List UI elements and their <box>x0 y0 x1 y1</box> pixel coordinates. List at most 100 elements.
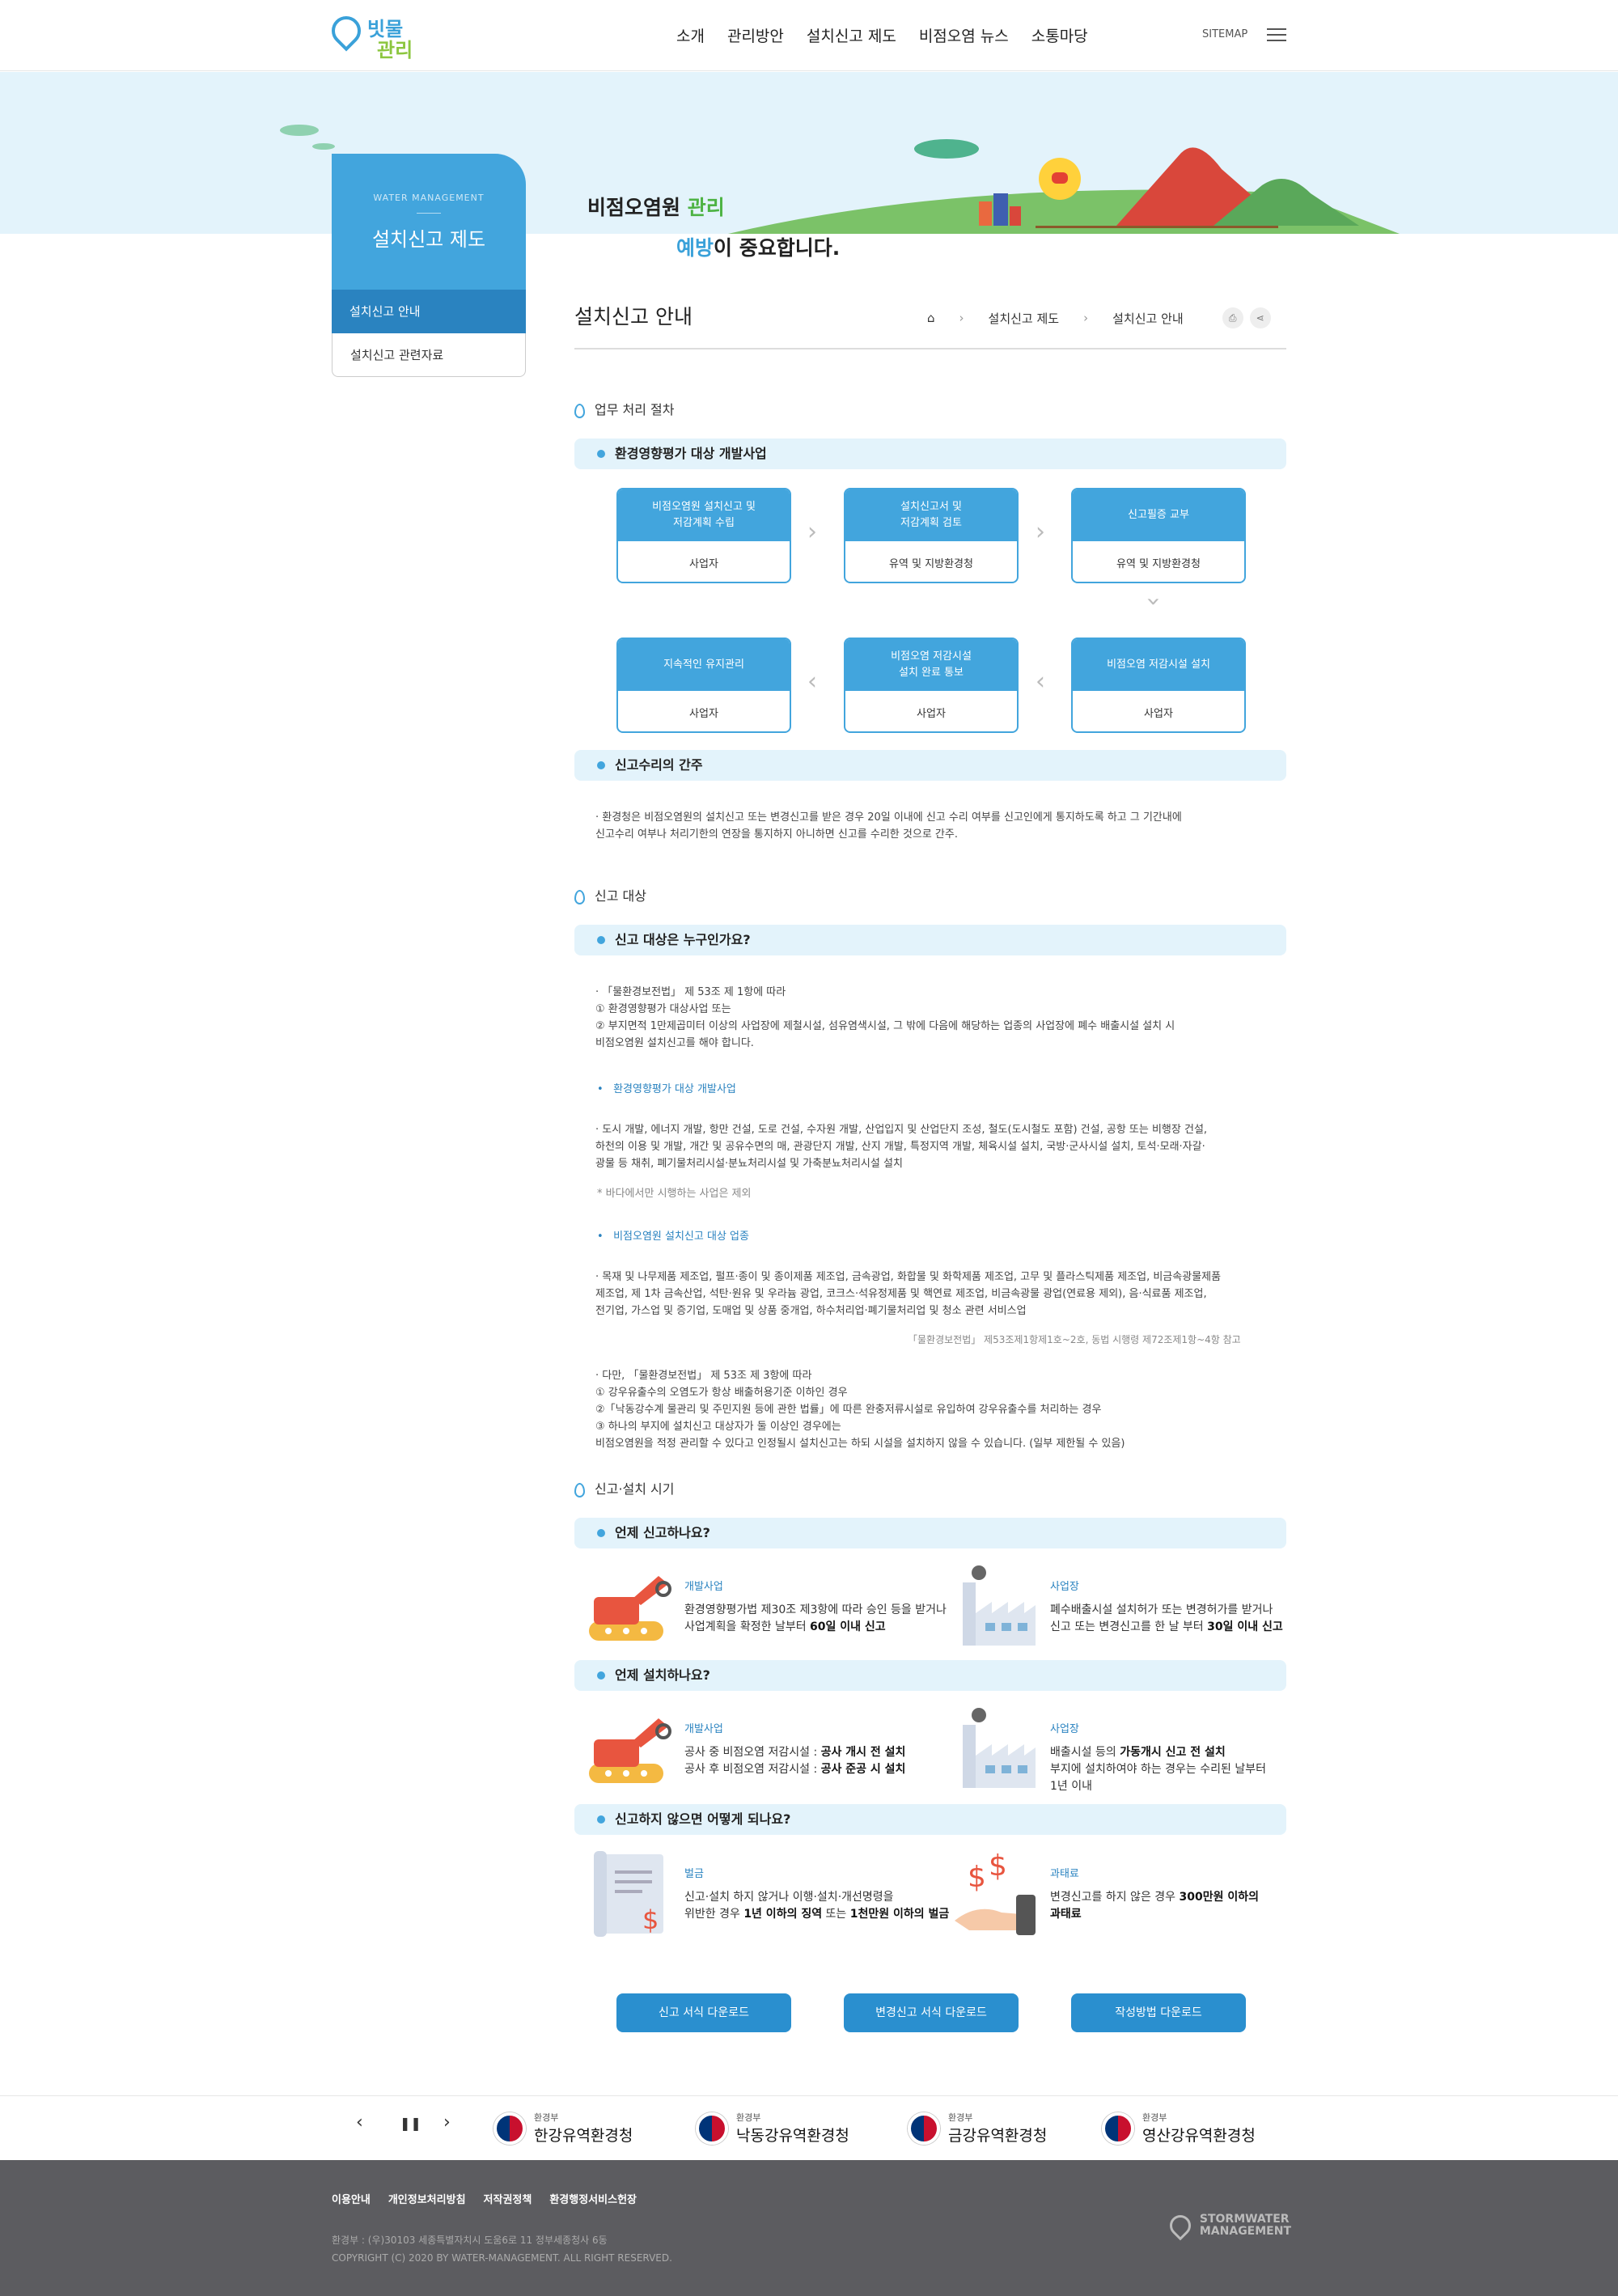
partner-nakdong-river[interactable]: 환경부 낙동강유역환경청 <box>696 2111 849 2146</box>
target-law-text: · 「물환경보전법」 제 53조 제 1항에 따라 ① 환경영향평가 대상사업 … <box>595 986 1175 1049</box>
nav-item-news[interactable]: 비점오염 뉴스 <box>919 24 1009 46</box>
download-report-form-button[interactable]: 신고 서식 다운로드 <box>616 1993 791 2032</box>
subsection-bar-when-report: 언제 신고하나요? <box>574 1518 1286 1548</box>
home-icon[interactable]: ⌂ <box>927 311 935 325</box>
footer-link-charter[interactable]: 환경행정서비스헌장 <box>549 2191 637 2206</box>
share-icon[interactable]: ⋖ <box>1249 307 1271 328</box>
breadcrumb-item-2: 설치신고 안내 <box>1112 311 1184 326</box>
pause-button[interactable]: ❚❚ <box>400 2116 421 2131</box>
government-emblem-icon <box>908 2112 940 2145</box>
footer-links: 이용안내 개인정보처리방침 저작권정책 환경행정서비스헌장 <box>332 2191 637 2206</box>
subsection-bar-penalty: 신고하지 않으면 어떻게 되나요? <box>574 1804 1286 1835</box>
svg-text:$: $ <box>642 1904 659 1935</box>
flow-step-4: 비점오염 저감시설 설치 사업자 <box>1071 638 1246 733</box>
download-guide-button[interactable]: 작성방법 다운로드 <box>1071 1993 1246 2032</box>
footer-link-privacy[interactable]: 개인정보처리방침 <box>388 2191 466 2206</box>
section-title-process: 업무 처리 절차 <box>574 399 675 418</box>
logo-line2: 관리 <box>377 39 413 61</box>
flow-step-1: 비점오염원 설치신고 및 저감계획 수립 사업자 <box>616 488 791 583</box>
factory-icon <box>963 1565 1036 1646</box>
nav-item-about[interactable]: 소개 <box>676 24 705 46</box>
landscape-illustration <box>728 139 1400 234</box>
arrow-right-icon: › <box>807 518 817 546</box>
subsection-bar-when-install: 언제 설치하나요? <box>574 1660 1286 1691</box>
factory-icon <box>963 1708 1036 1788</box>
subheading-eia: • 환경영향평가 대상 개발사업 <box>597 1083 736 1095</box>
install-workplace: 사업장 배출시설 등의 가동개시 신고 전 설치 부지에 설치하여야 하는 경우… <box>1050 1723 1266 1793</box>
site-logo[interactable]: 빗물 관리 <box>325 10 421 61</box>
download-change-form-button[interactable]: 변경신고 서식 다운로드 <box>844 1993 1019 2032</box>
industries-text: · 목재 및 나무제품 제조업, 펄프·종이 및 종이제품 제조업, 금속광업,… <box>595 1271 1222 1317</box>
print-icon[interactable]: ⎙ <box>1222 307 1243 328</box>
site-header: 빗물 관리 소개 관리방안 설치신고 제도 비점오염 뉴스 소통마당 SITEM… <box>0 0 1618 71</box>
footer-link-guide[interactable]: 이용안내 <box>332 2191 371 2206</box>
penalty-fee: 과태료 변경신고를 하지 않은 경우 300만원 이하의 과태료 <box>1050 1868 1259 1921</box>
excavator-icon <box>589 1718 671 1783</box>
water-drop-icon <box>574 889 585 904</box>
site-footer: 이용안내 개인정보처리방침 저작권정책 환경행정서비스헌장 환경부 : (우)3… <box>0 2160 1618 2296</box>
acceptance-text: · 환경청은 비점오염원의 설치신고 또는 변경신고를 받은 경우 20일 이내… <box>595 811 1182 841</box>
nav-item-community[interactable]: 소통마당 <box>1031 24 1088 46</box>
page-title: 설치신고 안내 <box>574 305 693 328</box>
report-workplace: 사업장 폐수배출시설 설치허가 또는 변경허가를 받거나 신고 또는 변경신고를… <box>1050 1581 1283 1633</box>
penalty-fine: 벌금 신고·설치 하지 않거나 이행·설치·개선명령을 위반한 경우 1년 이하… <box>684 1868 950 1921</box>
svg-text:$: $ <box>989 1851 1007 1883</box>
footer-logo: STORMWATER MANAGEMENT <box>1165 2210 1291 2241</box>
partner-han-river[interactable]: 환경부 한강유역환경청 <box>493 2111 633 2146</box>
breadcrumb-item-1[interactable]: 설치신고 제도 <box>989 310 1060 327</box>
install-dev-project: 개발사업 공사 중 비점오염 저감시설 : 공사 개시 전 설치 공사 후 비점… <box>684 1723 906 1776</box>
partner-banner: ‹ ❚❚ › 환경부 한강유역환경청 환경부 낙동강유역환경청 환경부 금강유역환경청… <box>0 2095 1618 2160</box>
svg-text:$: $ <box>968 1861 986 1894</box>
flow-step-3: 신고필증 교부 유역 및 지방환경청 <box>1071 488 1246 583</box>
subsection-bar-who: 신고 대상은 누구인가요? <box>574 925 1286 955</box>
footer-address: 환경부 : (우)30103 세종특별자치시 도움6로 11 정부세종청사 6동… <box>332 2235 672 2264</box>
government-emblem-icon <box>696 2112 728 2145</box>
partner-yeongsan-river[interactable]: 환경부 영산강유역환경청 <box>1102 2111 1256 2146</box>
nav-item-management[interactable]: 관리방안 <box>727 24 784 46</box>
sidebar: WATER MANAGEMENT 설치신고 제도 설치신고 안내 설치신고 관련… <box>332 154 526 377</box>
stormwater-logo-icon <box>1165 2210 1196 2241</box>
flow-step-2: 설치신고서 및 저감계획 검토 유역 및 지방환경청 <box>844 488 1019 583</box>
water-drop-icon <box>574 1482 585 1497</box>
partner-geum-river[interactable]: 환경부 금강유역환경청 <box>908 2111 1047 2146</box>
nav-item-report-system[interactable]: 설치신고 제도 <box>807 24 896 46</box>
arrow-left-icon: ‹ <box>1036 667 1045 696</box>
logo-drop-icon <box>325 10 367 52</box>
law-reference: 「물환경보전법」 제53조제1항제1호~2호, 동법 시행령 제72조제1항~4… <box>908 1334 1241 1345</box>
sidebar-item-report-guide[interactable]: 설치신고 안내 <box>332 290 526 333</box>
prev-button[interactable]: ‹ <box>356 2112 363 2133</box>
sitemap-link[interactable]: SITEMAP <box>1202 28 1247 40</box>
exceptions-text: · 다만, 「물환경보전법」 제 53조 제 3항에 따라 ① 강우유출수의 오… <box>595 1370 1125 1450</box>
eia-projects-text: · 도시 개발, 에너지 개발, 항만 건설, 도로 건설, 수자원 개발, 산… <box>595 1124 1208 1170</box>
next-button[interactable]: › <box>443 2112 451 2133</box>
flow-step-5: 비점오염 저감시설 설치 완료 통보 사업자 <box>844 638 1019 733</box>
sidebar-header: WATER MANAGEMENT 설치신고 제도 <box>332 154 526 290</box>
sidebar-item-report-materials[interactable]: 설치신고 관련자료 <box>332 333 526 377</box>
government-emblem-icon <box>1102 2112 1134 2145</box>
footer-link-copyright[interactable]: 저작권정책 <box>484 2191 532 2206</box>
sea-exclusion-note: * 바다에서만 시행하는 사업은 제외 <box>597 1188 752 1200</box>
arrow-right-icon: › <box>1036 518 1045 546</box>
breadcrumb: ⌂ › 설치신고 제도 › 설치신고 안내 ⎙ ⋖ <box>927 307 1271 328</box>
document-dollar-icon: $ <box>594 1851 663 1937</box>
section-title-targets: 신고 대상 <box>574 885 646 904</box>
excavator-icon <box>589 1576 671 1641</box>
hero-banner: 비점오염원 관리 예방이 중요합니다. <box>0 72 1618 260</box>
hamburger-icon[interactable] <box>1267 28 1286 43</box>
flow-step-6: 지속적인 유지관리 사업자 <box>616 638 791 733</box>
arrow-down-icon: › <box>1139 596 1168 607</box>
section-title-timing: 신고·설치 시기 <box>574 1478 675 1497</box>
sidebar-divider <box>417 213 441 214</box>
arrow-left-icon: ‹ <box>807 667 817 696</box>
report-dev-project: 개발사업 환경영향평가법 제30조 제3항에 따라 승인 등을 받거나 사업계획… <box>684 1581 947 1633</box>
sidebar-en-label: WATER MANAGEMENT <box>373 193 485 203</box>
chevron-right-icon: › <box>959 311 964 325</box>
subsection-bar-acceptance: 신고수리의 간주 <box>574 750 1286 781</box>
government-emblem-icon <box>493 2112 526 2145</box>
subheading-industries: • 비점오염원 설치신고 대상 업종 <box>597 1231 749 1243</box>
main-nav: 소개 관리방안 설치신고 제도 비점오염 뉴스 소통마당 <box>676 24 1088 46</box>
title-divider <box>574 348 1286 349</box>
hand-dollar-icon: $ $ <box>955 1851 1036 1935</box>
water-drop-icon <box>574 403 585 418</box>
chevron-right-icon: › <box>1083 311 1089 325</box>
